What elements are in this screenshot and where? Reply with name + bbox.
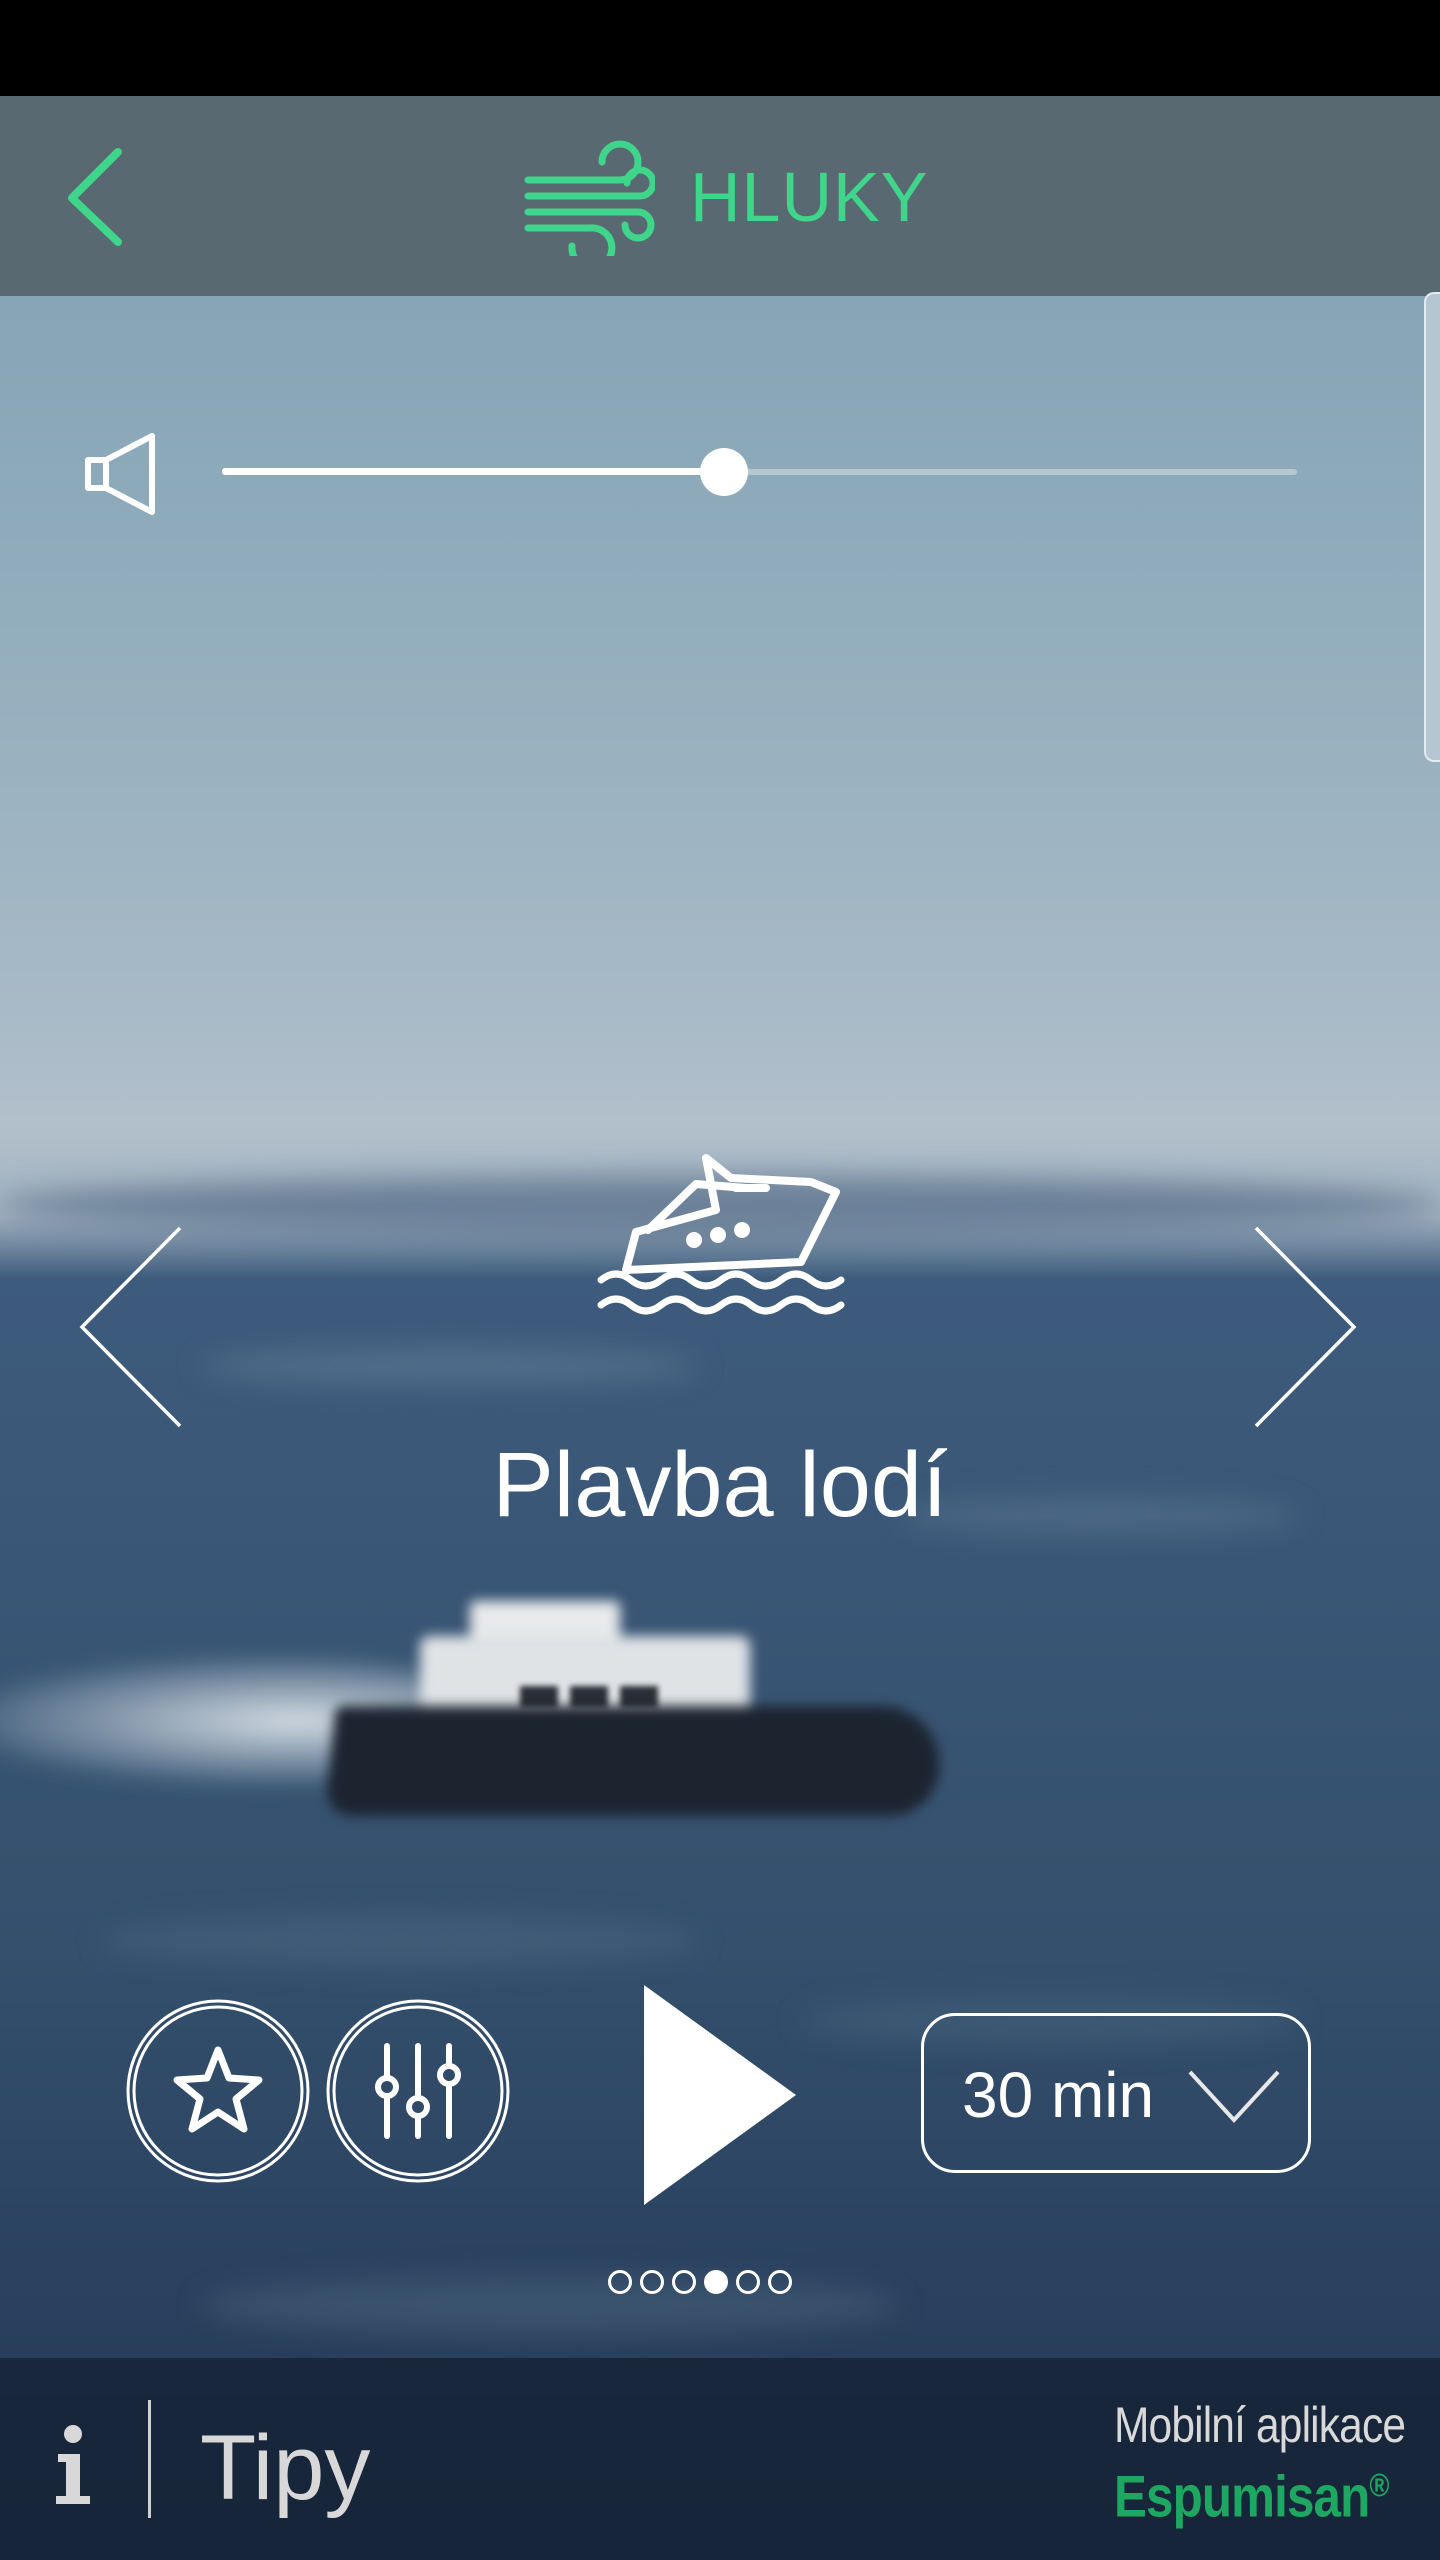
status-bar: [0, 0, 1440, 96]
page-dot: [768, 2270, 792, 2294]
timer-dropdown[interactable]: 30 min: [921, 2013, 1311, 2173]
page-dot: [640, 2270, 664, 2294]
next-sound-arrow[interactable]: [1250, 1222, 1360, 1432]
sound-title: Plavba lodí: [492, 1434, 948, 1536]
star-icon: [173, 2046, 263, 2133]
wind-icon: [524, 140, 655, 256]
mixer-button[interactable]: [325, 1998, 511, 2184]
info-icon[interactable]: [50, 2424, 96, 2506]
speaker-icon: [85, 433, 155, 515]
chevron-down-icon: [1188, 2070, 1280, 2123]
brand-logo: Espumisan®: [1114, 2452, 1389, 2530]
back-button[interactable]: [50, 140, 140, 250]
volume-fill: [222, 468, 725, 475]
page-title: HLUKY: [690, 158, 929, 236]
page-dot: [736, 2270, 760, 2294]
footer-divider: [148, 2400, 151, 2518]
play-icon: [644, 1985, 796, 2205]
page-dot: [608, 2270, 632, 2294]
boat-icon: [597, 1154, 845, 1315]
play-button[interactable]: [640, 1985, 800, 2205]
brand-subtitle: Mobilní aplikace: [1114, 2397, 1406, 2453]
tips-link[interactable]: Tipy: [200, 2418, 370, 2518]
timer-value: 30 min: [962, 2059, 1155, 2131]
chevron-left-icon: [68, 148, 122, 246]
prev-sound-arrow[interactable]: [76, 1222, 186, 1432]
favorite-button[interactable]: [125, 1998, 311, 2184]
page-indicator: [608, 2270, 792, 2302]
sliders-icon: [375, 2043, 461, 2139]
scroll-handle[interactable]: [1424, 292, 1440, 762]
volume-slider[interactable]: [222, 448, 1297, 496]
brand-name: Espumisan: [1114, 2464, 1370, 2530]
page-dot: [704, 2270, 728, 2294]
volume-thumb[interactable]: [700, 448, 749, 496]
brand-mark: ®: [1369, 2467, 1389, 2503]
page-dot: [672, 2270, 696, 2294]
